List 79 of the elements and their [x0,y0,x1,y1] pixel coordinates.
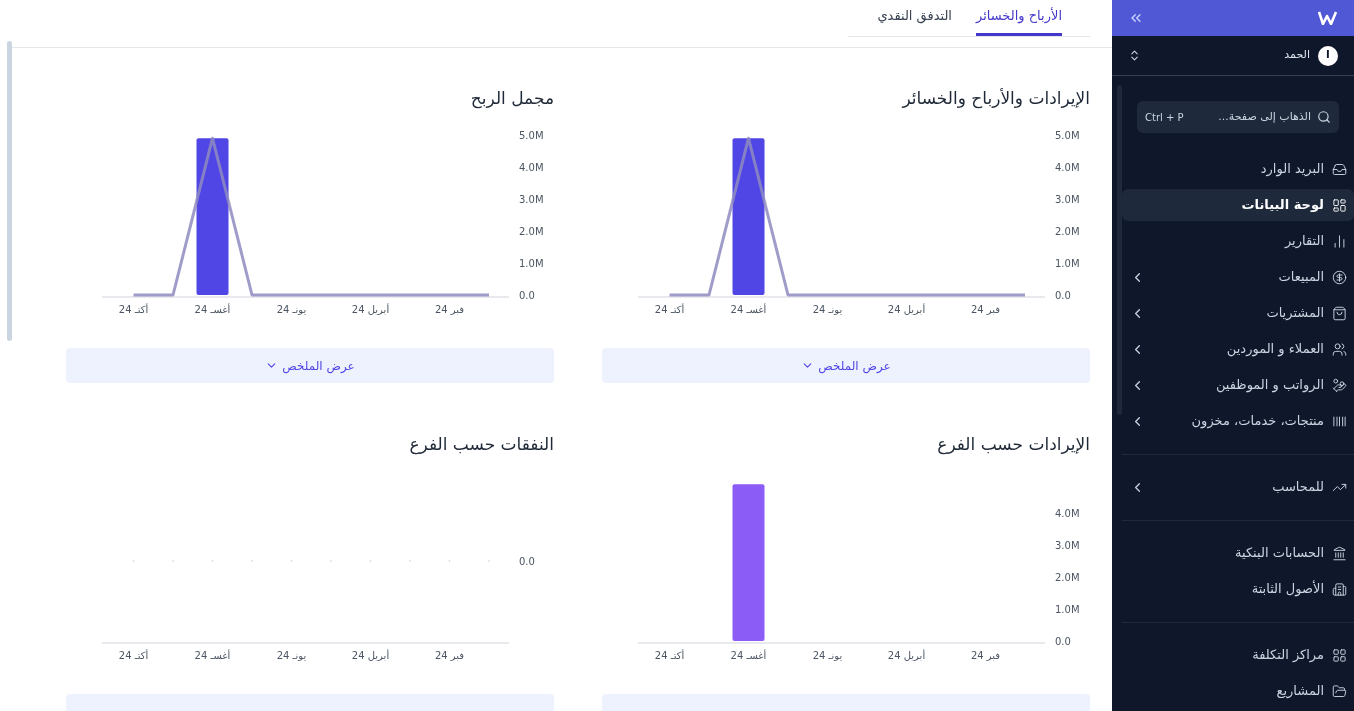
axis-label: 3.0M [1055,540,1080,551]
axis-label: 1.0M [519,258,544,269]
nav-item[interactable]: الرواتب و الموظفين [1122,369,1354,401]
axis-label: يونـ 24 [812,304,843,315]
axis-label: 0.0 [519,556,535,567]
folder-icon [1332,683,1347,699]
chart-title: مجمل الربح [470,87,554,111]
axis-label: 0.0 [1055,636,1071,647]
nav-item[interactable]: المشتريات [1122,297,1354,329]
chart-title: النفقات حسب الفرع [409,433,554,457]
dollar-icon [1332,269,1347,285]
axis-label: أبريل 24 [351,650,390,661]
logo-icon [1318,11,1338,25]
tab[interactable]: الأرباح والخسائر [976,5,1062,36]
axis-label: 3.0M [519,194,544,205]
axis-label: 0.0 [1055,290,1071,301]
axis-label: أبريل 24 [351,304,390,315]
nav-item[interactable]: مراكز التكلفة [1122,639,1354,671]
axis-label: أغسـ 24 [194,304,231,315]
axis-label: أكتـ 24 [654,304,685,315]
nav-item[interactable]: للمحاسب [1122,471,1354,503]
axis-label: أكتـ 24 [118,650,149,661]
axis-label: أبريل 24 [887,650,926,661]
dashboard-icon [1332,197,1347,213]
axis-label: فبر 24 [434,304,465,315]
axis-label: 4.0M [519,162,544,173]
axis-label: 1.0M [1055,604,1080,615]
chart-title: الإيرادات حسب الفرع [937,433,1090,457]
nav-item[interactable]: العملاء و الموردين [1122,333,1354,365]
axis-label: 0.0 [519,290,535,301]
axis-label: 2.0M [519,226,544,237]
shortcut-hint: Ctrl + P [1145,110,1184,125]
axis-label: 4.0M [1055,508,1080,519]
coins-icon [1332,377,1347,393]
nav-item[interactable]: منتجات، خدمات، مخزون [1122,405,1354,437]
inbox-icon [1332,161,1347,177]
axis-label: يونـ 24 [276,650,307,661]
nav-item[interactable]: الأصول الثابتة [1122,573,1354,605]
axis-label: فبر 24 [434,650,465,661]
bar-chart-icon [1332,233,1347,249]
axis-label: أغسـ 24 [194,650,231,661]
tab[interactable]: التدفق النقدي [877,5,952,36]
user-name: الحمد [1284,47,1310,64]
nav-item[interactable]: لوحة البيانات [1122,189,1354,221]
axis-label: أغسـ 24 [730,304,767,315]
axis-label: يونـ 24 [812,650,843,661]
search-icon [1317,110,1331,124]
axis-label: أغسـ 24 [730,650,767,661]
shopping-bag-icon [1332,305,1347,321]
summary-button[interactable]: عرض الملخص [66,348,554,383]
axis-label: فبر 24 [970,304,1001,315]
scrollbar[interactable] [7,41,12,341]
axis-label: 2.0M [1055,572,1080,583]
axis-label: 2.0M [1055,226,1080,237]
search-field[interactable]: الذهاب إلى صفحة... [1189,108,1311,126]
summary-button[interactable]: عرض الملخص [602,348,1090,383]
axis-label: 1.0M [1055,258,1080,269]
nav-item[interactable]: التقارير [1122,225,1354,257]
axis-label: 5.0M [519,130,544,141]
nav-item[interactable]: المشاريع [1122,675,1354,707]
nav-item[interactable]: المبيعات [1122,261,1354,293]
axis-label: أكتـ 24 [654,650,685,661]
axis-label: 5.0M [1055,130,1080,141]
axis-label: أكتـ 24 [118,304,149,315]
switch-icon[interactable] [1128,49,1141,62]
grid-icon [1332,647,1347,663]
chart-title: الإيرادات والأرباح والخسائر [902,87,1090,111]
nav-item[interactable]: البريد الوارد [1122,153,1354,185]
barcode-icon [1332,413,1347,429]
nav-item[interactable]: الحسابات البنكية [1122,537,1354,569]
user-avatar: ا [1318,45,1338,66]
axis-label: يونـ 24 [276,304,307,315]
users-icon [1332,341,1347,357]
building-icon [1332,581,1347,597]
axis-label: 4.0M [1055,162,1080,173]
axis-label: 3.0M [1055,194,1080,205]
axis-label: أبريل 24 [887,304,926,315]
bank-icon [1332,545,1347,561]
axis-label: فبر 24 [970,650,1001,661]
